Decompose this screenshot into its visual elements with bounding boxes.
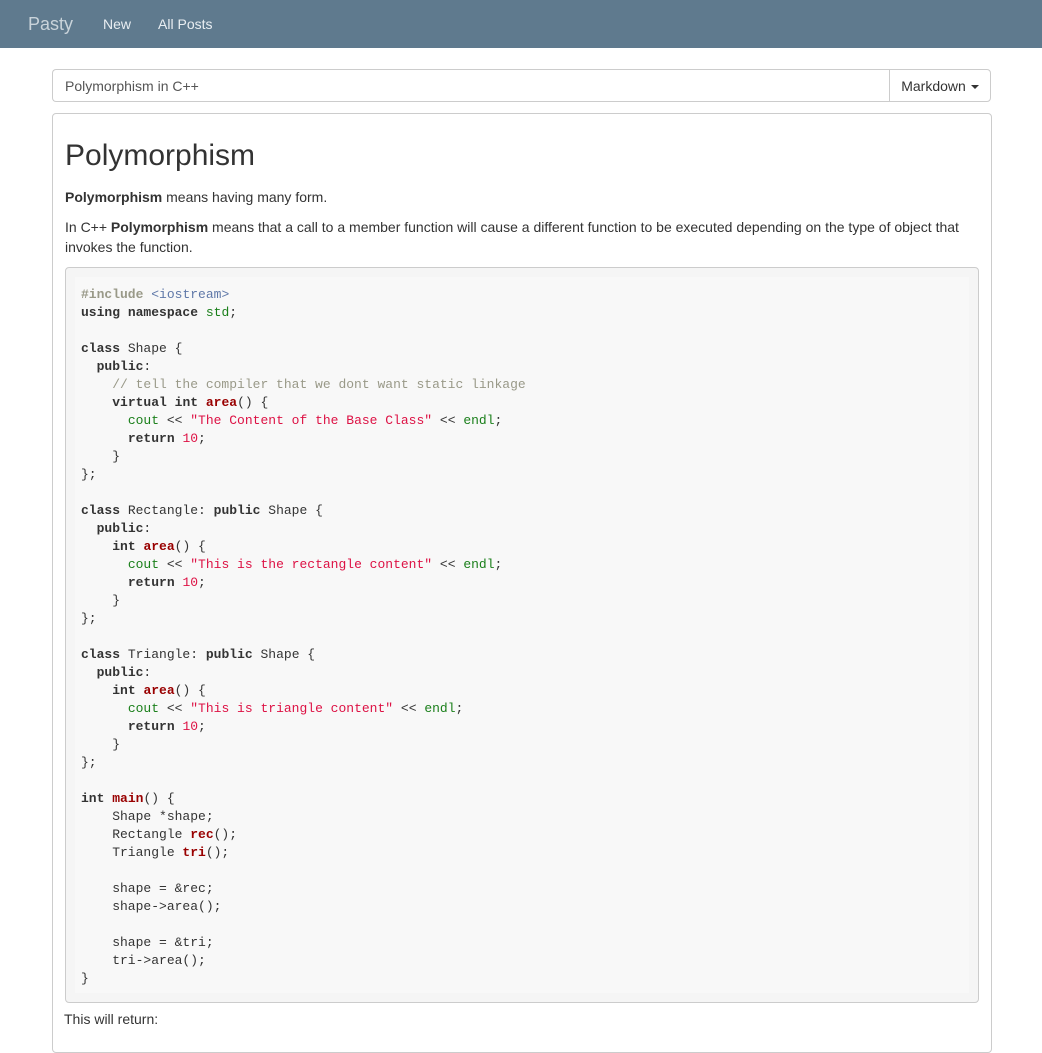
navbar: Pasty New All Posts <box>0 0 1042 48</box>
after-code-text: This will return: <box>64 1011 159 1027</box>
definition-bold-term: Polymorphism <box>110 219 209 235</box>
intro-paragraph: Polymorphism means having many form. <box>65 187 979 207</box>
code-listing: #include <iostream> using namespace std;… <box>81 287 526 986</box>
title-bar: Markdown <box>52 69 991 102</box>
code-block: #include <iostream> using namespace std;… <box>65 267 979 1003</box>
nav-link-new[interactable]: New <box>103 16 131 32</box>
post-title-input[interactable] <box>52 69 889 102</box>
definition-prefix: In C++ <box>65 219 111 235</box>
post-heading: Polymorphism <box>65 139 256 172</box>
intro-text: means having many form. <box>162 189 328 205</box>
caret-down-icon <box>970 84 979 89</box>
code-block-inner: #include <iostream> using namespace std;… <box>75 277 969 993</box>
content-panel: Polymorphism Polymorphism means having m… <box>52 113 992 1053</box>
intro-bold-term: Polymorphism <box>65 189 163 205</box>
brand-logo[interactable]: Pasty <box>28 14 73 35</box>
definition-paragraph: In C++ Polymorphism means that a call to… <box>65 217 979 257</box>
nav-link-all-posts[interactable]: All Posts <box>158 16 212 32</box>
mode-dropdown-button[interactable]: Markdown <box>889 69 991 102</box>
mode-dropdown-label: Markdown <box>901 77 966 94</box>
